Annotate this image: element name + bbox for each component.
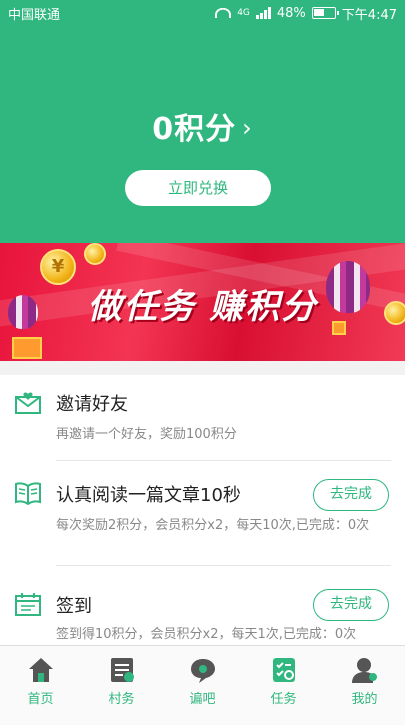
promo-banner[interactable]: ¥ 做任务 赚积分 bbox=[0, 243, 405, 361]
tab-label: 谝吧 bbox=[189, 692, 216, 707]
network-label: 4G bbox=[237, 8, 250, 18]
divider bbox=[56, 460, 391, 461]
task-icon bbox=[272, 658, 295, 682]
tab-home[interactable]: 首页 bbox=[0, 646, 81, 725]
book-icon bbox=[15, 482, 41, 505]
complete-task-button[interactable]: 去完成 bbox=[313, 589, 389, 621]
invite-envelope-icon bbox=[15, 392, 41, 414]
tab-chat[interactable]: 谝吧 bbox=[162, 646, 243, 725]
task-description: 每次奖励2积分，会员积分x2，每天10次,已完成：0次 bbox=[56, 518, 370, 533]
gift-icon bbox=[12, 337, 42, 359]
tab-label: 村务 bbox=[108, 692, 135, 707]
tab-tasks[interactable]: 任务 bbox=[243, 646, 324, 725]
status-indicators: 4G 48% 下午4:47 bbox=[215, 4, 397, 23]
coin-icon bbox=[84, 243, 106, 265]
points-balance[interactable]: 0积分 › bbox=[0, 104, 405, 148]
signal-icon bbox=[255, 7, 271, 19]
tab-label: 我的 bbox=[351, 692, 378, 707]
task-title: 邀请好友 bbox=[56, 394, 128, 415]
task-title: 签到 bbox=[56, 596, 92, 617]
chevron-right-icon: › bbox=[242, 114, 253, 142]
tab-label: 首页 bbox=[27, 692, 54, 707]
redeem-button[interactable]: 立即兑换 bbox=[125, 170, 271, 206]
complete-task-button[interactable]: 去完成 bbox=[313, 479, 389, 511]
clock: 下午4:47 bbox=[341, 7, 397, 23]
battery-icon bbox=[311, 7, 339, 19]
profile-icon bbox=[351, 658, 377, 683]
battery-percent: 48% bbox=[276, 5, 306, 21]
status-bar: 中国联通 4G 48% 下午4:47 bbox=[0, 0, 405, 26]
task-title: 认真阅读一篇文章10秒 bbox=[56, 485, 241, 506]
tab-profile[interactable]: 我的 bbox=[324, 646, 405, 725]
carrier-label: 中国联通 bbox=[8, 7, 61, 23]
home-icon bbox=[28, 658, 53, 682]
chat-icon bbox=[190, 659, 215, 683]
banner-slogan: 做任务 赚积分 bbox=[87, 287, 318, 327]
bottom-tab-bar: 首页 村务 谝吧 任务 我的 bbox=[0, 645, 405, 725]
affairs-icon bbox=[110, 658, 134, 682]
task-description: 签到得10积分，会员积分x2，每天1次,已完成：0次 bbox=[56, 627, 357, 642]
points-value: 0积分 bbox=[152, 112, 237, 147]
points-header: 中国联通 4G 48% 下午4:47 0积分 › 立即兑换 bbox=[0, 0, 405, 243]
calendar-icon bbox=[15, 593, 41, 616]
task-list: 邀请好友 再邀请一个好友，奖励100积分 认真阅读一篇文章10秒 去完成 每次奖… bbox=[0, 375, 405, 645]
task-description: 再邀请一个好友，奖励100积分 bbox=[56, 427, 237, 442]
tab-affairs[interactable]: 村务 bbox=[81, 646, 162, 725]
wifi-icon bbox=[215, 7, 232, 19]
divider bbox=[56, 565, 391, 566]
tab-label: 任务 bbox=[270, 692, 297, 707]
